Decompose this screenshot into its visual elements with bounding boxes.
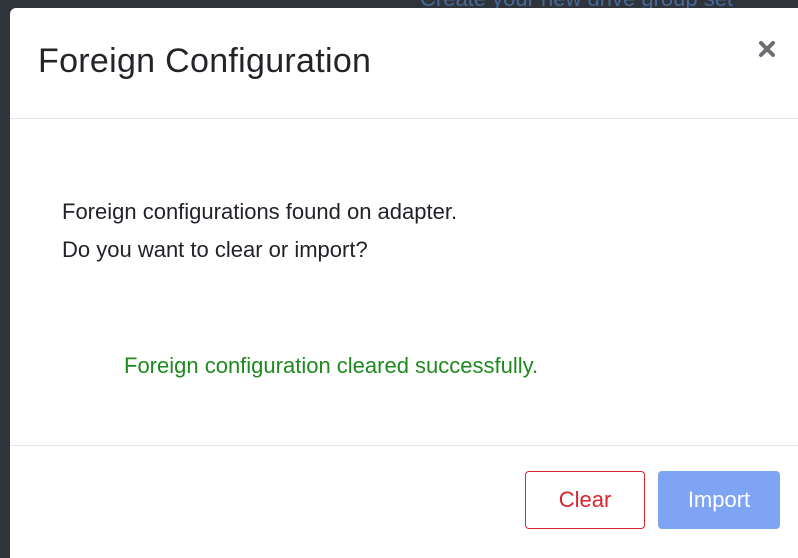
clear-button[interactable]: Clear xyxy=(525,471,645,529)
dialog-message-line-1: Foreign configurations found on adapter. xyxy=(62,199,458,224)
foreign-configuration-dialog: Foreign Configuration Foreign configurat… xyxy=(10,8,798,558)
success-status-message: Foreign configuration cleared successful… xyxy=(124,353,539,378)
close-button[interactable] xyxy=(754,36,780,62)
dialog-message-line-2: Do you want to clear or import? xyxy=(62,237,368,262)
dialog-body: Foreign configurations found on adapter.… xyxy=(10,119,798,446)
close-icon xyxy=(759,41,775,57)
dialog-title: Foreign Configuration xyxy=(38,42,372,80)
dialog-header: Foreign Configuration xyxy=(10,8,798,119)
import-button[interactable]: Import xyxy=(658,471,780,529)
dialog-footer: Clear Import xyxy=(10,446,798,558)
